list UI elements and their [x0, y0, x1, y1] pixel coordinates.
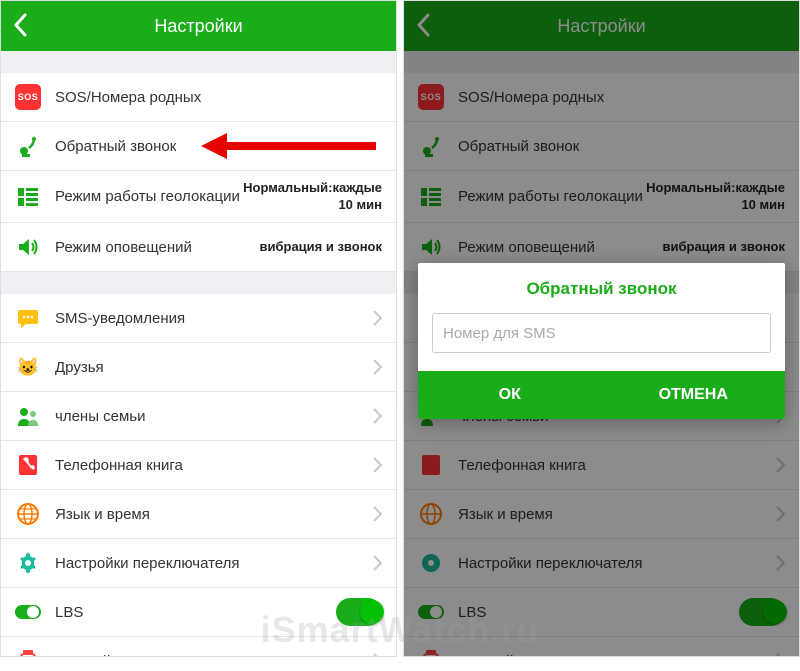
- row-sos[interactable]: SOS SOS/Номера родных: [404, 73, 799, 122]
- lbs-toggle[interactable]: [336, 598, 382, 626]
- chevron-right-icon: [776, 555, 785, 571]
- row-geolocation[interactable]: Режим работы геолокации Нормальный:кажды…: [1, 171, 396, 223]
- ok-button[interactable]: ОК: [418, 371, 602, 419]
- row-label: Режим работы геолокации: [55, 188, 243, 205]
- friends-icon: 😺: [15, 354, 41, 380]
- sound-icon: [15, 234, 41, 260]
- row-label: SMS-уведомления: [55, 310, 365, 327]
- watch-icon: [15, 648, 41, 656]
- chevron-right-icon: [373, 653, 382, 656]
- family-icon: [15, 403, 41, 429]
- phonebook-icon: [15, 452, 41, 478]
- header: Настройки: [1, 1, 396, 51]
- chevron-right-icon: [373, 555, 382, 571]
- phonebook-icon: [418, 452, 444, 478]
- row-language[interactable]: Язык и время: [404, 490, 799, 539]
- dialog-title: Обратный звонок: [418, 263, 785, 313]
- row-label: Обратный звонок: [55, 138, 382, 155]
- back-icon[interactable]: [13, 13, 27, 37]
- row-label: Телефонная книга: [458, 457, 768, 474]
- row-notifications[interactable]: Режим оповещений вибрация и звонок: [1, 223, 396, 272]
- row-value: вибрация и звонок: [663, 239, 786, 256]
- callback-icon: [15, 133, 41, 159]
- chevron-right-icon: [373, 506, 382, 522]
- geolocation-icon: [418, 184, 444, 210]
- header-title: Настройки: [557, 16, 645, 37]
- row-label: Настройки переключателя: [55, 555, 365, 572]
- row-label: LBS: [458, 604, 739, 621]
- chevron-right-icon: [373, 457, 382, 473]
- sos-icon: SOS: [418, 84, 444, 110]
- row-family[interactable]: члены семьи: [1, 392, 396, 441]
- row-label: Обратный звонок: [458, 138, 785, 155]
- row-phonebook[interactable]: Телефонная книга: [1, 441, 396, 490]
- row-label: Язык и время: [55, 506, 365, 523]
- chevron-right-icon: [373, 310, 382, 326]
- cancel-button[interactable]: ОТМЕНА: [602, 371, 786, 419]
- chevron-right-icon: [373, 359, 382, 375]
- chevron-right-icon: [776, 653, 785, 656]
- row-switch-settings[interactable]: Настройки переключателя: [1, 539, 396, 588]
- row-friends[interactable]: 😺 Друзья: [1, 343, 396, 392]
- toggle-icon: [15, 599, 41, 625]
- geolocation-icon: [15, 184, 41, 210]
- row-geolocation[interactable]: Режим работы геолокации Нормальный:кажды…: [404, 171, 799, 223]
- row-label: Настройки переключателя: [458, 555, 768, 572]
- gear-icon: [15, 550, 41, 576]
- row-value: вибрация и звонок: [260, 239, 383, 256]
- row-sos[interactable]: SOS SOS/Номера родных: [1, 73, 396, 122]
- row-label: Режим оповещений: [458, 239, 663, 256]
- row-label: SOS/Номера родных: [55, 89, 382, 106]
- globe-icon: [15, 501, 41, 527]
- callback-icon: [418, 133, 444, 159]
- row-language[interactable]: Язык и время: [1, 490, 396, 539]
- row-find[interactable]: Где Найти?: [404, 637, 799, 656]
- sms-icon: [15, 305, 41, 331]
- row-label: члены семьи: [55, 408, 365, 425]
- globe-icon: [418, 501, 444, 527]
- sms-number-input[interactable]: [432, 313, 771, 353]
- row-label: Телефонная книга: [55, 457, 365, 474]
- gear-icon: [418, 550, 444, 576]
- chevron-right-icon: [373, 408, 382, 424]
- sos-icon: SOS: [15, 84, 41, 110]
- header: Настройки: [404, 1, 799, 51]
- row-label: Друзья: [55, 359, 365, 376]
- row-callback[interactable]: Обратный звонок: [1, 122, 396, 171]
- callback-dialog: Обратный звонок ОК ОТМЕНА: [418, 263, 785, 419]
- row-label: Режим работы геолокации: [458, 188, 646, 205]
- chevron-right-icon: [776, 457, 785, 473]
- row-callback[interactable]: Обратный звонок: [404, 122, 799, 171]
- back-icon[interactable]: [416, 13, 430, 37]
- row-switch-settings[interactable]: Настройки переключателя: [404, 539, 799, 588]
- row-label: LBS: [55, 604, 336, 621]
- row-label: Где Найти?: [55, 653, 365, 657]
- row-lbs[interactable]: LBS: [1, 588, 396, 637]
- watch-icon: [418, 648, 444, 656]
- row-label: Язык и время: [458, 506, 768, 523]
- sound-icon: [418, 234, 444, 260]
- row-sms[interactable]: SMS-уведомления: [1, 294, 396, 343]
- row-label: SOS/Номера родных: [458, 89, 785, 106]
- row-label: Где Найти?: [458, 653, 768, 657]
- chevron-right-icon: [776, 506, 785, 522]
- row-lbs[interactable]: LBS: [404, 588, 799, 637]
- lbs-toggle[interactable]: [739, 598, 785, 626]
- toggle-icon: [418, 599, 444, 625]
- row-value: Нормальный:каждые 10 мин: [243, 180, 382, 214]
- header-title: Настройки: [154, 16, 242, 37]
- row-label: Режим оповещений: [55, 239, 260, 256]
- row-find[interactable]: Где Найти?: [1, 637, 396, 656]
- left-screenshot: Настройки SOS SOS/Номера родных Обратный…: [0, 0, 397, 657]
- row-value: Нормальный:каждые 10 мин: [646, 180, 785, 214]
- row-phonebook[interactable]: Телефонная книга: [404, 441, 799, 490]
- right-screenshot: Настройки SOS SOS/Номера родных Обратный…: [403, 0, 800, 657]
